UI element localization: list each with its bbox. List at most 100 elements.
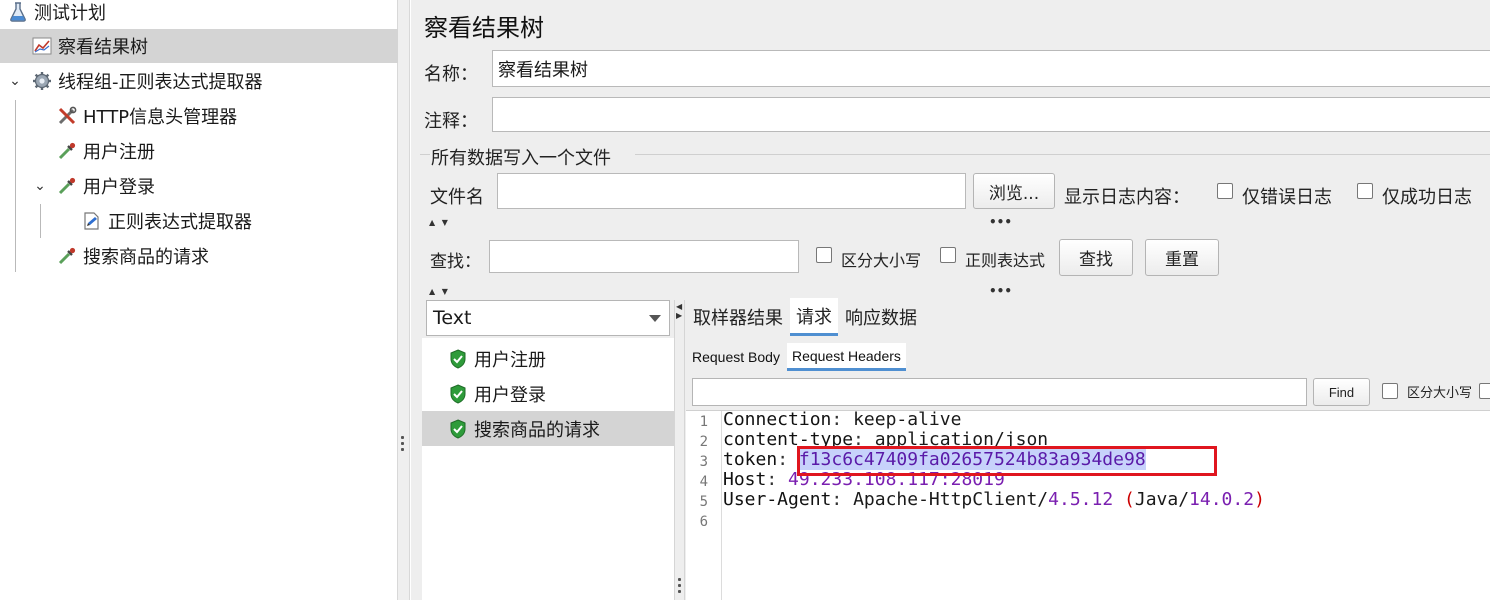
renderer-select[interactable]: Text <box>426 300 670 336</box>
regex-checkbox[interactable] <box>940 247 956 263</box>
name-label: 名称： <box>424 64 478 85</box>
chevron-down-icon[interactable]: ⌄ <box>33 178 47 194</box>
tree-item-label: 察看结果树 <box>58 37 148 58</box>
result-item-selected[interactable]: 搜索商品的请求 <box>422 411 674 446</box>
line-number: 5 <box>699 494 708 510</box>
renderer-select-value: Text <box>433 307 472 329</box>
drag-handle-icon[interactable]: ••• <box>989 284 1012 298</box>
name-field[interactable]: 察看结果树 <box>492 50 1490 87</box>
splitter-grip <box>678 578 681 581</box>
tree-item-search-request[interactable]: 搜索商品的请求 <box>57 239 209 273</box>
collapse-divider[interactable]: ▲ ▼ ••• <box>411 284 1490 298</box>
file-section-title: 所有数据写入一个文件 <box>431 148 611 169</box>
chart-icon <box>32 36 52 56</box>
filename-label: 文件名 <box>430 187 484 208</box>
line-number: 4 <box>699 474 708 490</box>
tree-item-regex-extractor[interactable]: 正则表达式提取器 <box>82 204 252 238</box>
tree-item-label: HTTP信息头管理器 <box>83 107 238 128</box>
drag-handle-icon[interactable]: ••• <box>989 215 1012 229</box>
splitter-grip <box>401 442 404 445</box>
tab-request[interactable]: 请求 <box>790 298 838 336</box>
regex-label: 正则表达式 <box>965 251 1046 270</box>
detail-find-button[interactable]: Find <box>1313 378 1370 406</box>
token-highlight-box <box>797 446 1217 476</box>
splitter-grip <box>401 448 404 451</box>
header-key: User-Agent <box>723 489 832 510</box>
detail-case-checkbox[interactable] <box>1382 383 1398 399</box>
reset-button[interactable]: 重置 <box>1145 239 1219 276</box>
chevron-down-icon[interactable]: ⌄ <box>8 73 22 89</box>
collapse-arrows-icon[interactable]: ◀ ▶ <box>676 302 682 320</box>
tree-item-label: 线程组-正则表达式提取器 <box>58 72 263 93</box>
result-item-label: 搜索商品的请求 <box>474 419 600 441</box>
header-key: token <box>723 449 778 470</box>
comment-field[interactable] <box>492 97 1490 132</box>
tree-item-label: 用户登录 <box>83 177 155 198</box>
header-value-part: 4.5.12 <box>1048 489 1114 510</box>
success-shield-icon <box>448 348 468 369</box>
request-subtabs: Request Body Request Headers <box>687 343 908 371</box>
header-value-part: Apache-HttpClient/ <box>853 489 1049 510</box>
tree-item-label: 用户注册 <box>83 142 155 163</box>
tree-guide-line <box>40 204 41 238</box>
line-number-gutter: 1 2 3 4 5 6 <box>686 411 722 600</box>
filename-field[interactable] <box>497 173 966 209</box>
result-item-label: 用户登录 <box>474 384 546 406</box>
success-only-checkbox[interactable] <box>1357 183 1373 199</box>
find-button[interactable]: 查找 <box>1059 239 1133 276</box>
view-results-tree-panel: 察看结果树 名称： 察看结果树 注释： 所有数据写入一个文件 文件名 浏览...… <box>411 0 1490 600</box>
errors-only-checkbox[interactable] <box>1217 183 1233 199</box>
detail-tabs: 取样器结果 请求 响应数据 <box>692 298 924 336</box>
header-value-part: ) <box>1254 489 1265 510</box>
detail-search-input[interactable] <box>692 378 1307 406</box>
header-key: Connection <box>723 409 832 430</box>
tree-item-test-plan[interactable]: 测试计划 <box>8 0 398 29</box>
extractor-icon <box>82 211 102 231</box>
code-line: User-Agent: Apache-HttpClient/4.5.12 (Ja… <box>723 489 1265 510</box>
case-sensitive-checkbox[interactable] <box>816 247 832 263</box>
tree-splitter[interactable] <box>398 0 410 600</box>
tree-item-user-login[interactable]: 用户登录 <box>57 169 155 203</box>
line-number: 1 <box>699 414 708 430</box>
pipette-icon <box>57 141 77 161</box>
detail-case-label: 区分大小写 <box>1407 386 1473 401</box>
tree-item-thread-group[interactable]: 线程组-正则表达式提取器 <box>32 64 263 98</box>
search-input[interactable] <box>489 240 799 273</box>
code-line: Connection: keep-alive <box>723 409 962 430</box>
tree-item-label: 搜索商品的请求 <box>83 247 209 268</box>
tab-response-data[interactable]: 响应数据 <box>844 298 918 336</box>
flask-icon <box>8 2 28 22</box>
line-number: 3 <box>699 454 708 470</box>
result-item[interactable]: 用户注册 <box>422 341 674 376</box>
collapse-divider[interactable]: ▲ ▼ ••• <box>411 215 1490 229</box>
result-item[interactable]: 用户登录 <box>422 376 674 411</box>
splitter-grip <box>678 590 681 593</box>
collapse-arrows-icon[interactable]: ▲ ▼ <box>429 218 450 227</box>
case-sensitive-label: 区分大小写 <box>841 251 922 270</box>
errors-only-label: 仅错误日志 <box>1242 187 1332 208</box>
test-plan-tree: 测试计划 察看结果树 ⌄ 线程组-正则表达式提取器 HTTP信息头管理器 用户注… <box>0 0 398 600</box>
header-key: Host <box>723 469 767 490</box>
tab-sampler-result[interactable]: 取样器结果 <box>692 298 784 336</box>
tab-request-body[interactable]: Request Body <box>687 343 785 371</box>
tree-item-view-results-tree[interactable]: 察看结果树 <box>0 29 398 63</box>
tree-item-user-register[interactable]: 用户注册 <box>57 134 155 168</box>
header-value-part: 14.0.2 <box>1189 489 1255 510</box>
tree-guide-line <box>15 100 16 272</box>
tree-item-http-header-manager[interactable]: HTTP信息头管理器 <box>57 99 237 133</box>
result-item-label: 用户注册 <box>474 349 546 371</box>
collapse-arrows-icon[interactable]: ▲ ▼ <box>429 287 450 296</box>
request-headers-editor[interactable]: 1 2 3 4 5 6 Connection: keep-alive conte… <box>686 410 1490 600</box>
fieldset-border <box>420 154 430 155</box>
sample-result-list: 用户注册 用户登录 搜索商品的请求 <box>422 338 674 600</box>
chevron-down-icon <box>649 315 661 322</box>
tab-request-headers[interactable]: Request Headers <box>786 343 906 371</box>
pipette-icon <box>57 246 77 266</box>
browse-button[interactable]: 浏览... <box>973 173 1055 209</box>
fieldset-border <box>635 154 1490 155</box>
detail-regex-checkbox[interactable] <box>1479 383 1490 399</box>
name-field-value: 察看结果树 <box>498 59 588 81</box>
results-splitter[interactable]: ◀ ▶ <box>674 300 685 600</box>
header-value-part: ( <box>1124 489 1135 510</box>
success-shield-icon <box>448 383 468 404</box>
